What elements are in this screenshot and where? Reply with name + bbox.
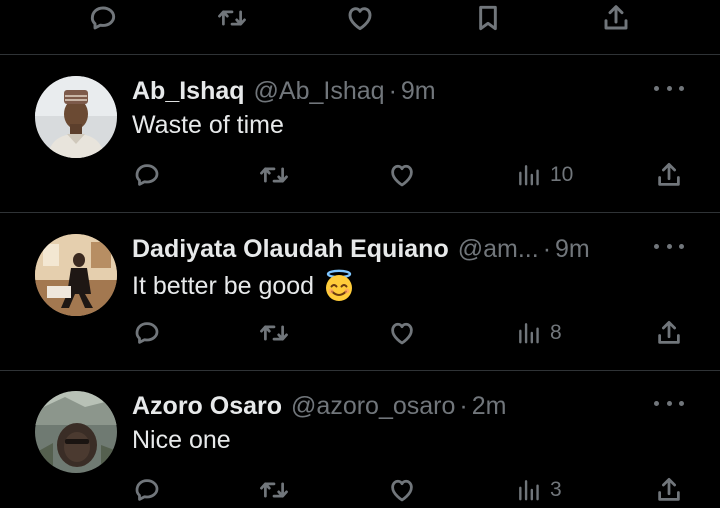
parent-post-action-bar <box>0 0 720 55</box>
views-button[interactable]: 10 <box>516 158 573 192</box>
reply-header: Ab_Ishaq @Ab_Ishaq · 9m <box>132 73 436 109</box>
retweet-icon[interactable] <box>258 158 290 192</box>
author-handle[interactable]: @Ab_Ishaq <box>254 77 385 106</box>
avatar[interactable] <box>35 391 117 473</box>
reply-text: Waste of time <box>132 111 284 140</box>
retweet-icon[interactable] <box>258 316 290 350</box>
more-options-icon[interactable] <box>654 239 684 253</box>
views-button[interactable]: 3 <box>516 473 562 507</box>
reply-header: Dadiyata Olaudah Equiano @am... · 9m <box>132 231 590 267</box>
share-icon[interactable] <box>654 158 684 192</box>
reply-icon[interactable] <box>132 316 162 350</box>
author-name[interactable]: Azoro Osaro <box>132 392 282 421</box>
view-count: 3 <box>550 478 562 501</box>
views-icon <box>519 323 539 344</box>
separator-dot: · <box>542 234 552 263</box>
timestamp[interactable]: 2m <box>472 392 507 421</box>
reply-text-content: Nice one <box>132 426 231 454</box>
reply-action-bar: 8 <box>0 316 720 350</box>
author-name[interactable]: Dadiyata Olaudah Equiano <box>132 235 449 264</box>
share-icon[interactable] <box>654 316 684 350</box>
author-name[interactable]: Ab_Ishaq <box>132 77 245 106</box>
separator-dot: · <box>459 391 468 420</box>
reply-item[interactable]: Ab_Ishaq @Ab_Ishaq · 9m Waste of time 10 <box>0 55 720 213</box>
avatar[interactable] <box>35 76 117 158</box>
reply-item[interactable]: Azoro Osaro @azoro_osaro · 2m Nice one 3 <box>0 370 720 508</box>
share-icon[interactable] <box>600 2 632 34</box>
view-count: 8 <box>550 321 562 344</box>
retweet-icon[interactable] <box>258 473 290 507</box>
like-icon[interactable] <box>387 158 417 192</box>
bookmark-icon[interactable] <box>472 2 504 34</box>
views-icon <box>519 165 539 186</box>
more-options-icon[interactable] <box>654 81 684 95</box>
reply-item[interactable]: Dadiyata Olaudah Equiano @am... · 9m It … <box>0 213 720 371</box>
like-icon[interactable] <box>387 316 417 350</box>
timestamp[interactable]: 9m <box>555 235 590 264</box>
reply-action-bar: 10 <box>0 158 720 192</box>
reply-icon[interactable] <box>132 158 162 192</box>
reply-thread: Ab_Ishaq @Ab_Ishaq · 9m Waste of time 10 <box>0 0 720 508</box>
share-icon[interactable] <box>654 473 684 507</box>
avatar[interactable] <box>35 234 117 316</box>
separator-dot: · <box>388 76 397 105</box>
author-handle[interactable]: @am... <box>458 235 539 264</box>
retweet-icon[interactable] <box>216 2 248 34</box>
like-icon[interactable] <box>387 473 417 507</box>
smiling-face-with-halo-icon <box>322 269 356 303</box>
views-icon <box>519 480 539 501</box>
reply-icon[interactable] <box>87 2 119 34</box>
reply-header: Azoro Osaro @azoro_osaro · 2m <box>132 388 506 424</box>
view-count: 10 <box>550 163 574 186</box>
views-button[interactable]: 8 <box>516 316 562 350</box>
reply-text: Nice one <box>132 426 231 455</box>
timestamp[interactable]: 9m <box>401 77 436 106</box>
reply-action-bar: 3 <box>0 473 720 507</box>
more-options-icon[interactable] <box>654 396 684 410</box>
reply-text: It better be good <box>132 269 356 303</box>
reply-icon[interactable] <box>132 473 162 507</box>
author-handle[interactable]: @azoro_osaro <box>291 392 455 421</box>
reply-text-content: It better be good <box>132 271 315 300</box>
like-icon[interactable] <box>344 2 376 34</box>
reply-text-content: Waste of time <box>132 111 284 139</box>
